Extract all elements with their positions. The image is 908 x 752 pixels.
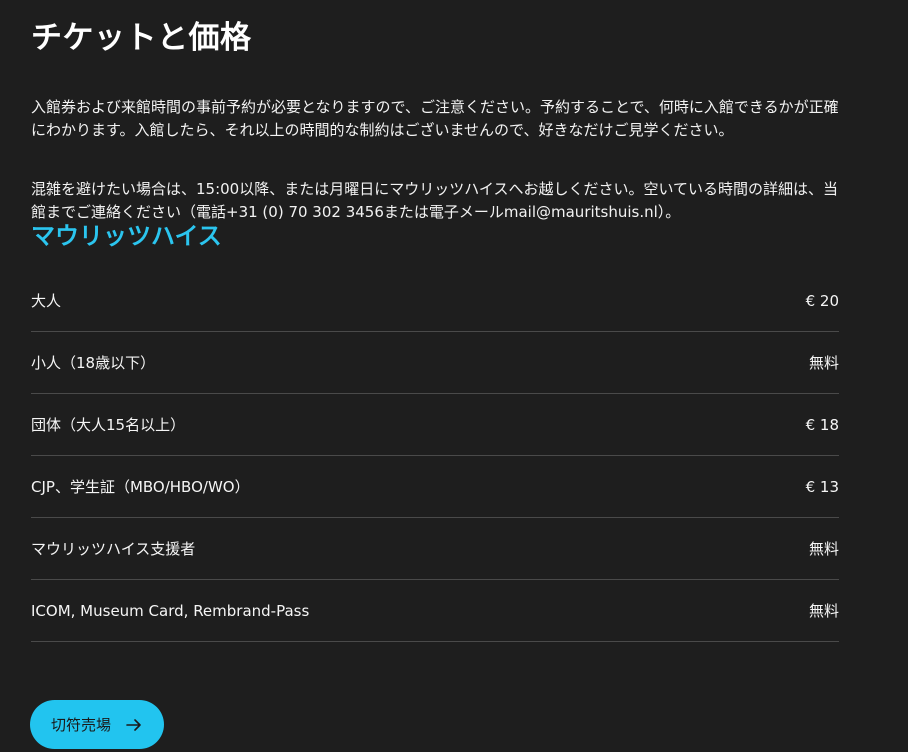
price-label: 団体（大人15名以上） (31, 416, 186, 434)
price-value: € 20 (805, 291, 839, 310)
price-row-child: 小人（18歳以下） 無料 (31, 332, 839, 394)
price-row-pass-holders: ICOM, Museum Card, Rembrand-Pass 無料 (31, 580, 839, 642)
price-value: 無料 (808, 540, 839, 558)
price-table: 大人 € 20 小人（18歳以下） 無料 団体（大人15名以上） € 18 CJ… (31, 270, 839, 642)
price-value: € 18 (805, 415, 839, 434)
price-row-supporter: マウリッツハイス支援者 無料 (31, 518, 839, 580)
reservation-notice: 入館券および来館時間の事前予約が必要となりますので、ご注意ください。予約すること… (31, 98, 839, 139)
page-title: チケットと価格 (31, 20, 252, 56)
price-row-adult: 大人 € 20 (31, 270, 839, 332)
price-value: € 13 (805, 477, 839, 496)
venue-title: マウリッツハイス (31, 222, 222, 250)
ticket-price-page: チケットと価格 入館券および来館時間の事前予約が必要となりますので、ご注意くださ… (0, 0, 908, 752)
price-value: 無料 (808, 602, 839, 620)
price-label: 小人（18歳以下） (31, 354, 156, 372)
price-row-student: CJP、学生証（MBO/HBO/WO） € 13 (31, 456, 839, 518)
price-label: CJP、学生証（MBO/HBO/WO） (31, 478, 250, 496)
price-value: 無料 (808, 354, 839, 372)
ticket-office-button[interactable]: 切符売場 (30, 700, 164, 749)
price-label: マウリッツハイス支援者 (31, 540, 196, 558)
arrow-right-icon (125, 716, 143, 734)
price-label: 大人 (31, 292, 62, 310)
price-row-group: 団体（大人15名以上） € 18 (31, 394, 839, 456)
crowd-advice: 混雑を避けたい場合は、15:00以降、または月曜日にマウリッツハイスへお越しくだ… (31, 180, 839, 221)
ticket-office-button-label: 切符売場 (50, 716, 111, 734)
price-label: ICOM, Museum Card, Rembrand-Pass (31, 601, 310, 620)
